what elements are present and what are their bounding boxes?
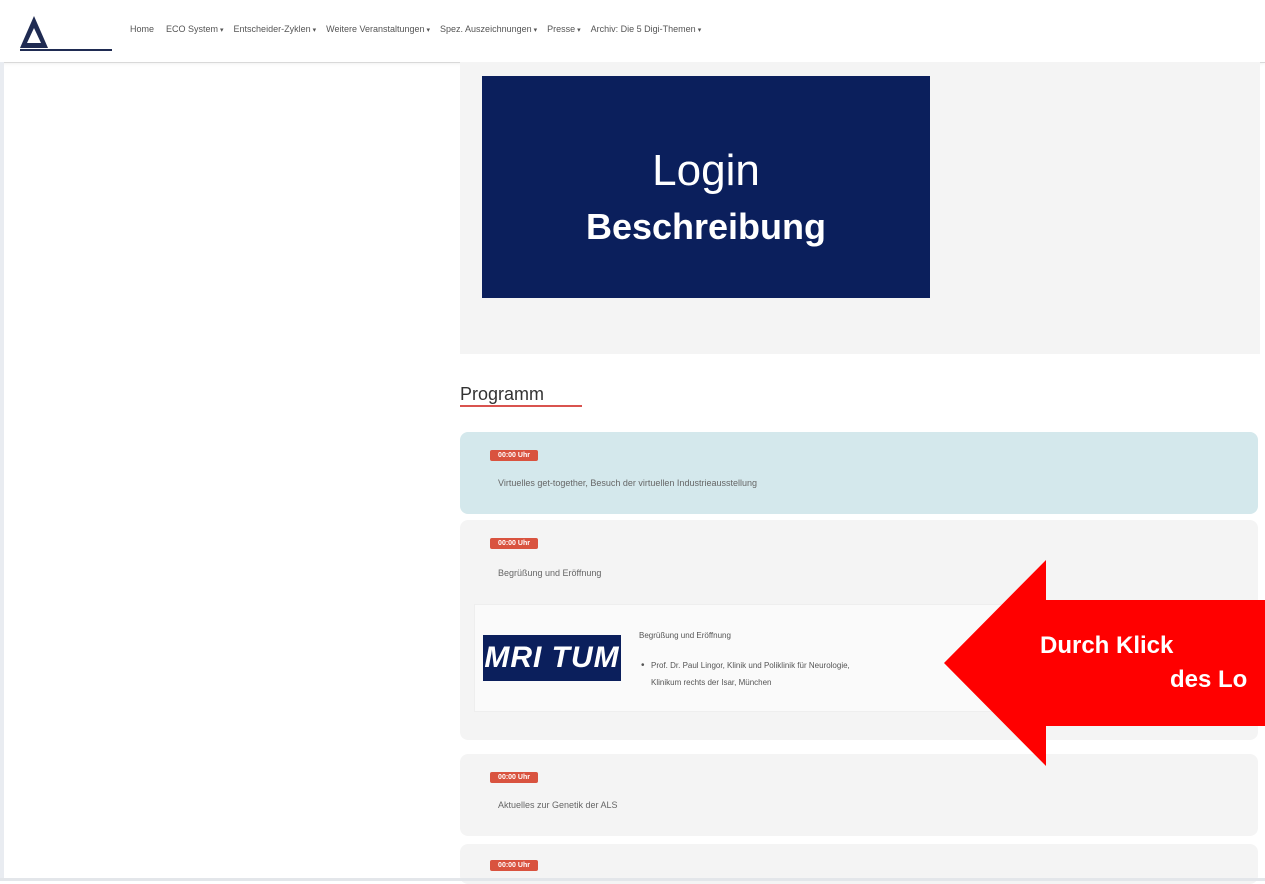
chevron-down-icon: ▾ [220,27,224,34]
time-badge: 00:00 Uhr [490,450,538,461]
top-navigation-bar: Home ECO System ▾ Entscheider-Zyklen ▾ Wei… [0,0,1265,63]
program-item-text: Virtuelles get-together, Besuch der virt… [498,478,757,488]
nav-item-archiv[interactable]: Archiv: Die 5 Digi-Themen ▾ [591,24,702,34]
program-item[interactable]: 00:00 Uhr Virtuelles get-together, Besuc… [460,432,1258,514]
detail-title: Begrüßung und Eröffnung [639,631,731,640]
main-menu: Home ECO System ▾ Entscheider-Zyklen ▾ Wei… [130,24,701,34]
nav-item-eco-system[interactable]: ECO System ▾ [166,24,224,34]
speaker-bullet: • Prof. Dr. Paul Lingor, Klinik und Poli… [641,657,951,691]
chevron-down-icon: ▾ [577,27,581,34]
time-badge: 00:00 Uhr [490,772,538,783]
left-edge-strip [0,62,4,881]
nav-item-presse[interactable]: Presse ▾ [547,24,581,34]
speaker-line: Klinikum rechts der Isar, München [651,678,772,687]
time-badge: 00:00 Uhr [490,538,538,549]
nav-item-weitere-veranstaltungen[interactable]: Weitere Veranstaltungen ▾ [326,24,430,34]
speaker-line: Prof. Dr. Paul Lingor, Klinik und Polikl… [651,661,850,670]
program-heading: Programm [460,384,545,404]
program-item-text: Aktuelles zur Genetik der ALS [498,800,618,810]
red-arrow-left-icon [944,560,1265,766]
mri-tum-logo: MRI TUM [483,635,621,681]
chevron-down-icon: ▾ [312,27,317,34]
chevron-down-icon: ▾ [697,27,702,34]
login-description-banner[interactable]: Login Beschreibung [482,76,930,298]
nav-item-home[interactable]: Home [130,24,156,34]
site-logo-icon[interactable] [18,14,114,54]
nav-item-entscheider-zyklen[interactable]: Entscheider-Zyklen ▾ [234,24,317,34]
program-item[interactable]: 00:00 Uhr Aktuelles zur Genetik der ALS [460,754,1258,836]
bullet-icon: • [641,660,645,671]
annotation-text-line2: des Lo [1170,666,1248,693]
time-badge: 00:00 Uhr [490,860,538,871]
nav-item-spez-auszeichnungen[interactable]: Spez. Auszeichnungen ▾ [440,24,537,34]
program-item-text: Begrüßung und Eröffnung [498,568,602,578]
chevron-down-icon: ▾ [426,27,431,34]
heading-underline [460,405,582,407]
banner-title: Login [652,146,760,195]
chevron-down-icon: ▾ [533,27,538,34]
banner-subtitle: Beschreibung [585,206,827,247]
annotation-text-line1: Durch Klick [1040,632,1174,659]
